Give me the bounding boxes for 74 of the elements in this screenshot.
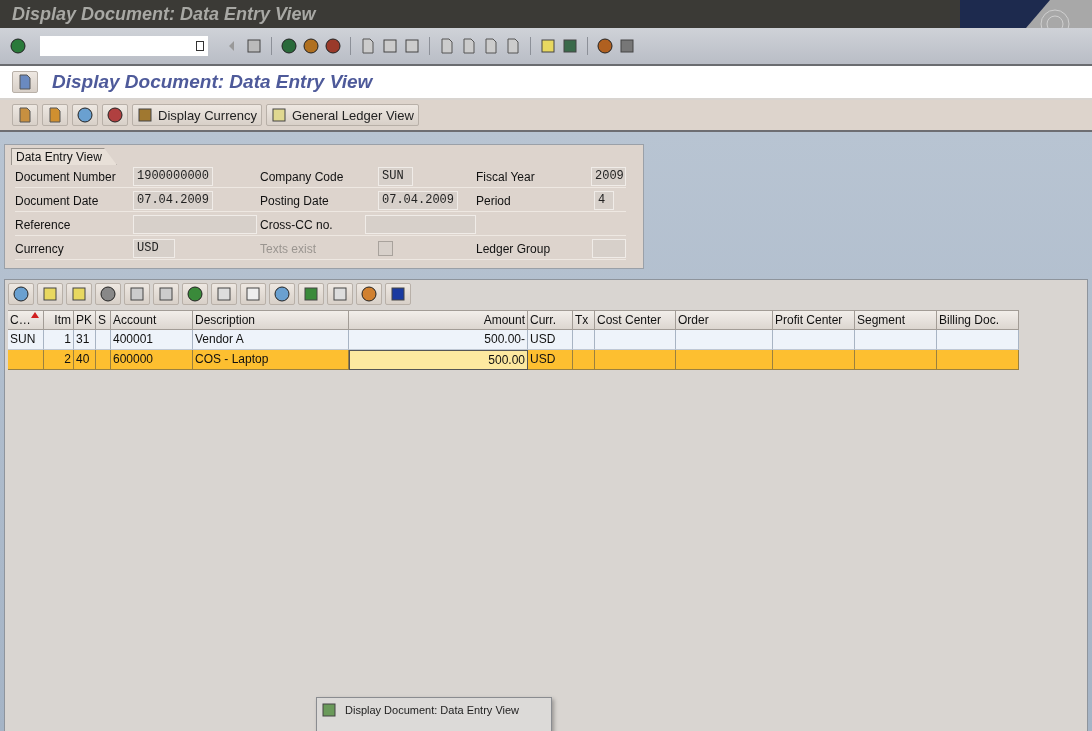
table-cell: USD: [528, 350, 573, 370]
table-cell: 400001: [111, 330, 193, 350]
field-value[interactable]: [133, 215, 257, 234]
table-cell: Vendor A: [193, 330, 349, 350]
field-label: Posting Date: [260, 193, 330, 208]
window-title: Display Document: Data Entry View: [11, 3, 316, 25]
column-header[interactable]: C…: [8, 310, 44, 330]
column-header[interactable]: Itm: [44, 310, 74, 330]
field-label: Reference: [15, 217, 72, 232]
field-label: Company Code: [260, 169, 345, 184]
details-button[interactable]: [8, 283, 34, 305]
table-cell: 40: [74, 350, 96, 370]
field-value[interactable]: SUN: [378, 167, 413, 186]
field-value[interactable]: 4: [594, 191, 614, 210]
field-value[interactable]: 1900000000: [133, 167, 213, 186]
toolbar-button[interactable]: General Ledger View: [266, 104, 419, 126]
table-cell: [573, 330, 595, 350]
table-cell: 600000: [111, 350, 193, 370]
chart-button[interactable]: [356, 283, 382, 305]
table-cell: 1: [44, 330, 74, 350]
table-cell: COS - Laptop: [193, 350, 349, 370]
export-button[interactable]: [269, 283, 295, 305]
field-value[interactable]: USD: [133, 239, 175, 258]
field-value[interactable]: [591, 239, 626, 258]
field-label: Document Number: [15, 169, 117, 184]
field-label: Texts exist: [260, 241, 317, 256]
column-header[interactable]: Description: [193, 310, 349, 330]
field-label: Period: [476, 193, 512, 208]
overview-button[interactable]: [72, 104, 98, 126]
menu-item[interactable]: Display Document: Data Entry View: [345, 704, 520, 716]
screen-title: Display Document: Data Entry View: [52, 71, 373, 93]
field-value[interactable]: 07.04.2009: [133, 191, 213, 210]
field-label: Currency: [15, 241, 65, 256]
toolbar-button[interactable]: Display Currency: [132, 104, 262, 126]
table-cell: [573, 350, 595, 370]
column-header[interactable]: Tx: [573, 310, 595, 330]
column-header[interactable]: PK: [74, 310, 96, 330]
column-header[interactable]: Profit Center: [773, 310, 855, 330]
field-label: Fiscal Year: [476, 169, 536, 184]
table-cell: 500.00: [349, 350, 528, 370]
column-header[interactable]: Amount: [349, 310, 528, 330]
find-button[interactable]: [95, 283, 121, 305]
table-cell: [96, 330, 111, 350]
column-header[interactable]: Cost Center: [595, 310, 676, 330]
info-button[interactable]: [385, 283, 411, 305]
table-cell: 500.00-: [349, 330, 528, 350]
table-cell: USD: [528, 330, 573, 350]
table-cell: [96, 350, 111, 370]
spreadsheet-button[interactable]: [298, 283, 324, 305]
column-header[interactable]: Order: [676, 310, 773, 330]
document-icon[interactable]: [47, 107, 63, 123]
column-header[interactable]: Account: [111, 310, 193, 330]
command-field[interactable]: [40, 36, 208, 56]
dropdown-icon[interactable]: [196, 41, 204, 51]
field-label: Ledger Group: [476, 241, 552, 256]
column-header[interactable]: Curr.: [528, 310, 573, 330]
other-document-button[interactable]: [42, 104, 68, 126]
field-value[interactable]: [364, 215, 476, 234]
field-value[interactable]: 07.04.2009: [378, 191, 458, 210]
table-cell: SUN: [8, 330, 44, 350]
field-label: Cross-CC no.: [260, 217, 334, 232]
table-cell: [8, 350, 44, 370]
table-cell: 2: [44, 350, 74, 370]
table-cell: 31: [74, 330, 96, 350]
edit-button[interactable]: [12, 104, 38, 126]
column-header[interactable]: S: [96, 310, 111, 330]
sum-button[interactable]: [182, 283, 208, 305]
field-label: Document Date: [15, 193, 100, 208]
document-icon[interactable]: [17, 74, 33, 90]
column-header[interactable]: Billing Doc.: [937, 310, 1019, 330]
column-header[interactable]: Segment: [855, 310, 937, 330]
field-value[interactable]: 2009: [591, 167, 626, 186]
toggle-button[interactable]: [12, 71, 38, 93]
hat-button[interactable]: [102, 104, 128, 126]
